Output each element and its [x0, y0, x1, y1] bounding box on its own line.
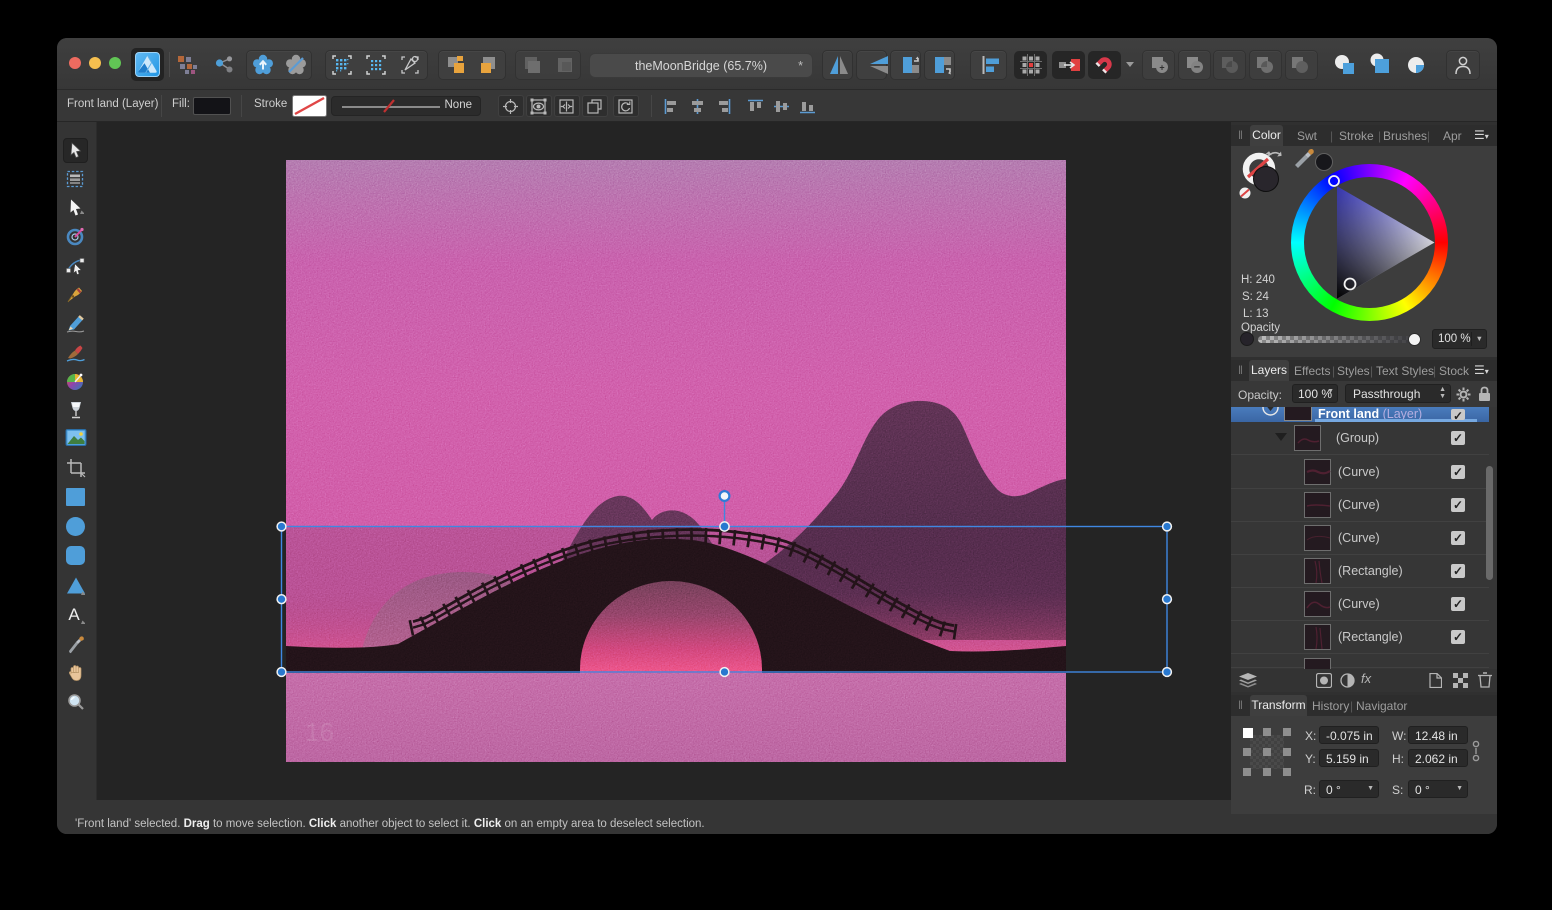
svg-text:−: −: [1194, 62, 1200, 74]
svg-text:A: A: [68, 605, 80, 624]
svg-text:+: +: [1159, 63, 1164, 73]
